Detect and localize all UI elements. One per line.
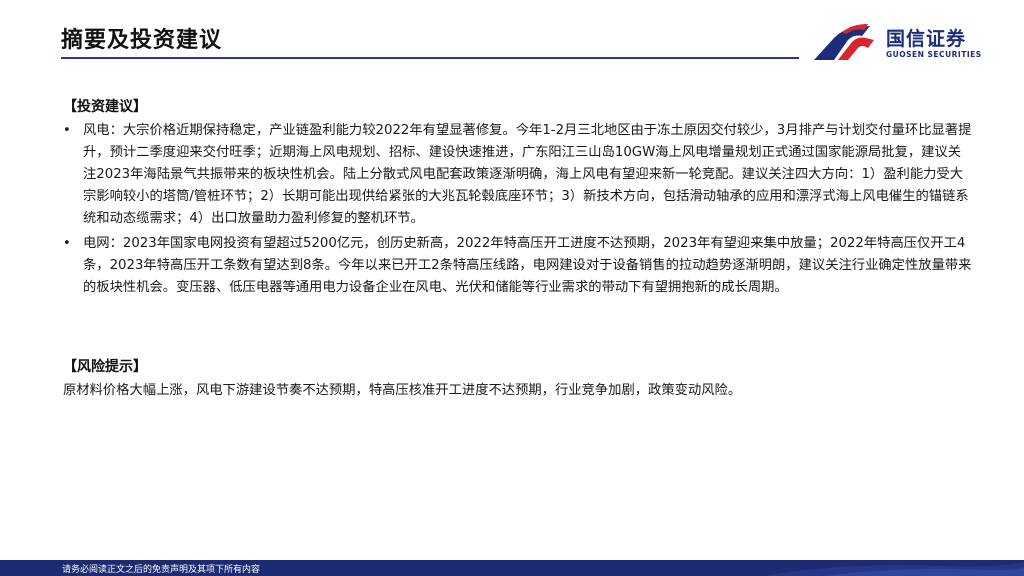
- logo-name-cn: 国信证券: [886, 28, 967, 50]
- page-title: 摘要及投资建议: [61, 28, 223, 53]
- header-divider: [61, 57, 799, 59]
- footer-disclaimer: 请务必阅读正文之后的免责声明及其项下所有内容: [62, 565, 261, 575]
- power-grid-text: 电网：2023年国家电网投资有望超过5200亿元，创历史新高，2022年特高压开…: [83, 236, 972, 295]
- list-item: • 电网：2023年国家电网投资有望超过5200亿元，创历史新高，2022年特高…: [63, 233, 973, 299]
- logo-emblem-icon: [814, 24, 874, 60]
- footer-bar: 请务必阅读正文之后的免责声明及其项下所有内容: [0, 560, 1024, 576]
- bullet-icon: •: [63, 236, 71, 251]
- list-item: • 风电：大宗价格近期保持稳定，产业链盈利能力较2022年有望显著修复。今年1-…: [63, 120, 973, 230]
- risk-heading: 【风险提示】: [63, 359, 147, 375]
- investment-list: • 风电：大宗价格近期保持稳定，产业链盈利能力较2022年有望显著修复。今年1-…: [63, 120, 973, 299]
- logo-name-en: GUOSEN SECURITIES: [886, 50, 982, 59]
- bullet-icon: •: [63, 123, 71, 138]
- wind-power-text: 风电：大宗价格近期保持稳定，产业链盈利能力较2022年有望显著修复。今年1-2月…: [83, 123, 972, 226]
- risk-text: 原材料价格大幅上涨，风电下游建设节奏不达预期，特高压核准开工进度不达预期，行业竞…: [63, 383, 742, 398]
- brand-logo: 国信证券 GUOSEN SECURITIES: [812, 20, 982, 64]
- footer-wave-icon: [764, 562, 1024, 576]
- investment-heading: 【投资建议】: [63, 99, 147, 115]
